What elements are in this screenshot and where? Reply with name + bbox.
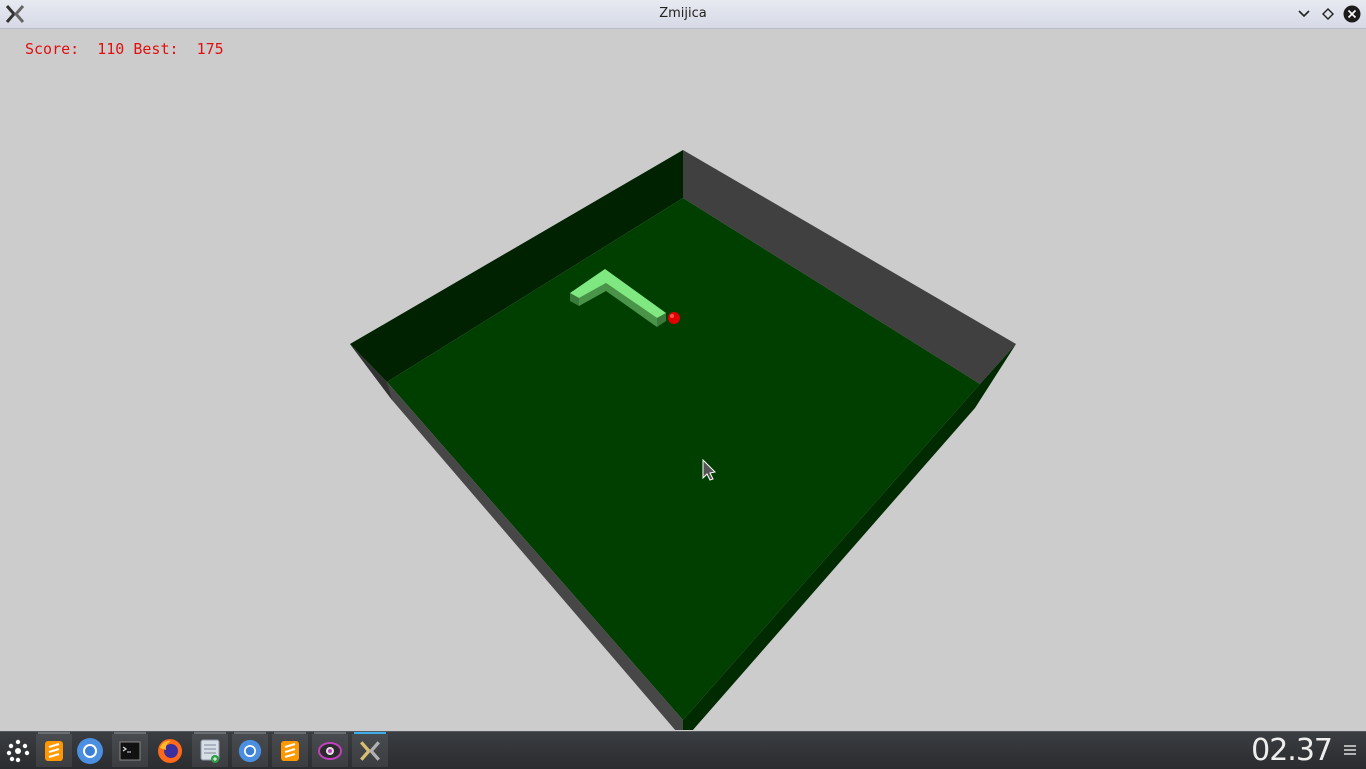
sublime-text-icon [281,740,299,761]
clock[interactable]: 02.37 [1251,733,1333,768]
taskbar-eye-app[interactable] [312,732,348,767]
food-apple [668,312,680,324]
sublime-text-icon [45,740,63,761]
taskbar-terminal[interactable] [112,732,148,767]
diamond-icon [1322,8,1334,20]
taskbar-sublime-text-2[interactable] [272,732,308,767]
firefox-icon [158,738,182,763]
minimize-button[interactable] [1294,4,1314,24]
close-button[interactable] [1342,4,1362,24]
terminal-icon [119,741,141,760]
taskbar-firefox[interactable] [152,734,188,767]
chevron-down-icon [1298,10,1310,18]
taskbar: 02.37 [0,731,1366,769]
app-launcher-button[interactable] [0,734,36,767]
window-titlebar: Zmijica [0,0,1366,29]
close-icon [1343,5,1361,23]
chromium-icon [238,739,262,762]
taskbar-sublime-text[interactable] [36,732,72,767]
taskbar-file-manager[interactable] [192,732,228,767]
file-manager-icon [200,739,220,763]
game-viewport[interactable]: Score: 110 Best: 175 [0,29,1366,730]
taskbar-zmijica[interactable] [352,732,388,767]
maximize-button[interactable] [1318,4,1338,24]
eye-app-icon [318,741,342,760]
taskbar-chromium[interactable] [72,734,108,767]
chromium-icon [77,737,103,764]
game-scene [350,150,1016,730]
taskbar-chromium-2[interactable] [232,732,268,767]
food-highlight [670,314,674,318]
hamburger-menu-icon[interactable] [1342,742,1358,758]
x-app-icon [360,740,380,761]
app-launcher-icon [6,739,30,762]
window-title: Zmijica [659,6,707,21]
